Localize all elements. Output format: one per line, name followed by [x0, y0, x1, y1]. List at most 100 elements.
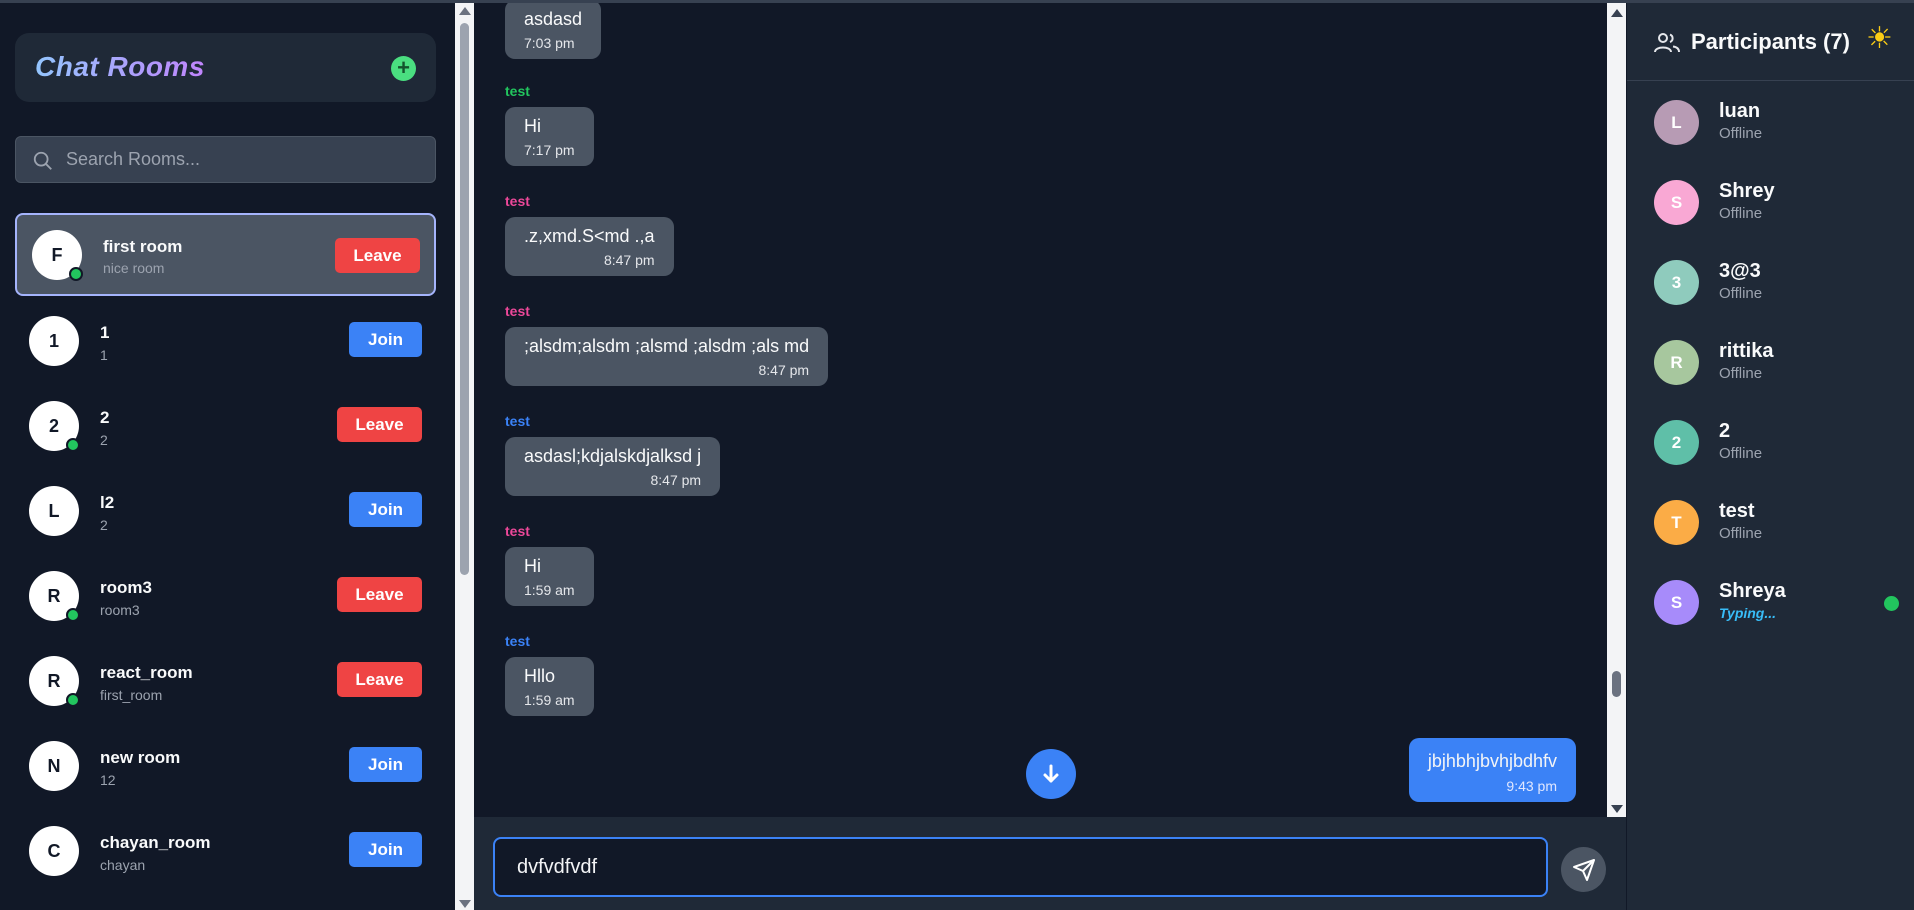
message: test Hi 7:17 pm	[505, 83, 594, 166]
leave-button[interactable]: Leave	[337, 662, 422, 697]
message-time: 9:43 pm	[1506, 778, 1557, 794]
message-bubble: asdasl;kdjalskdjalksd j 8:47 pm	[505, 437, 721, 496]
participant-status: Offline	[1719, 205, 1763, 222]
message-sender: test	[505, 413, 530, 429]
room-description: first_room	[100, 687, 163, 703]
room-item[interactable]: L l2 2 Join	[15, 469, 436, 552]
leave-button[interactable]: Leave	[337, 577, 422, 612]
online-indicator	[66, 608, 80, 622]
message-text: Hi	[524, 556, 541, 576]
participant[interactable]: 2 2 Offline	[1627, 403, 1914, 483]
room-item[interactable]: C chayan_room chayan Join	[15, 809, 436, 892]
room-item[interactable]: N new room 12 Join	[15, 724, 436, 807]
message-list: asdasd 7:03 pm test Hi 7:17 pm test .z,x…	[474, 3, 1607, 817]
room-name: first room	[103, 237, 183, 256]
message-sender: test	[505, 83, 530, 99]
chat-scrollbar[interactable]	[1607, 3, 1626, 817]
participant-avatar: T	[1654, 500, 1699, 545]
message-bubble: .z,xmd.S<md .,a 8:47 pm	[505, 217, 674, 276]
message-text: jbjhbhjbvhjbdhfv	[1427, 751, 1557, 771]
participant[interactable]: L luan Offline	[1627, 83, 1914, 163]
participants-panel: Participants (7) ☀ L luan Offline S Shre…	[1626, 3, 1914, 910]
message-sender: test	[505, 523, 530, 539]
message-sender: test	[505, 303, 530, 319]
plus-circle-icon[interactable]: +	[391, 56, 416, 81]
message-text: ;alsdm;alsdm ;alsmd ;alsdm ;als md	[524, 336, 810, 356]
room-item[interactable]: 2 2 2 Leave	[15, 384, 436, 467]
message-bubble: ;alsdm;alsdm ;alsmd ;alsdm ;als md 8:47 …	[505, 327, 829, 386]
room-item[interactable]: R react_room first_room Leave	[15, 639, 436, 722]
room-description: 1	[100, 347, 108, 363]
search-input[interactable]	[66, 137, 426, 182]
sidebar-scrollbar[interactable]	[455, 3, 474, 910]
participant-status: Offline	[1719, 285, 1763, 302]
scroll-down-arrow[interactable]	[459, 900, 471, 908]
online-indicator	[69, 267, 83, 281]
leave-button[interactable]: Leave	[335, 238, 420, 273]
leave-button[interactable]: Leave	[337, 407, 422, 442]
message-input[interactable]	[493, 837, 1548, 897]
scroll-down-arrow[interactable]	[1611, 805, 1623, 813]
online-indicator	[66, 693, 80, 707]
participant-name: rittika	[1719, 340, 1774, 362]
join-button[interactable]: Join	[349, 747, 422, 782]
message: test ;alsdm;alsdm ;alsmd ;alsdm ;als md …	[505, 303, 829, 386]
room-avatar: L	[29, 486, 79, 536]
message-time: 7:03 pm	[524, 35, 575, 51]
room-item[interactable]: R room3 room3 Leave	[15, 554, 436, 637]
room-avatar: R	[29, 571, 80, 622]
typing-status: Typing...	[1719, 605, 1777, 621]
message: test Hllo 1:59 am	[505, 633, 594, 716]
participant-avatar: 3	[1654, 260, 1699, 305]
message: test .z,xmd.S<md .,a 8:47 pm	[505, 193, 674, 276]
scroll-to-bottom-button[interactable]	[1026, 749, 1076, 799]
join-button[interactable]: Join	[349, 322, 422, 357]
participant[interactable]: S Shrey Offline	[1627, 163, 1914, 243]
rooms-header: Chat Rooms +	[15, 33, 436, 102]
room-item[interactable]: F first room nice room Leave	[15, 213, 436, 296]
room-item[interactable]: 1 1 1 Join	[15, 299, 436, 382]
room-description: room3	[100, 602, 140, 618]
scroll-up-arrow[interactable]	[459, 7, 471, 15]
join-button[interactable]: Join	[349, 832, 422, 867]
send-button[interactable]	[1561, 847, 1606, 892]
room-name: react_room	[100, 663, 193, 682]
room-description: 2	[100, 517, 108, 533]
message-time: 1:59 am	[524, 582, 575, 598]
participant[interactable]: R rittika Offline	[1627, 323, 1914, 403]
room-name: 2	[100, 408, 110, 427]
room-avatar: N	[29, 741, 79, 791]
scrollbar-thumb[interactable]	[1612, 671, 1621, 697]
chat-panel: asdasd 7:03 pm test Hi 7:17 pm test .z,x…	[474, 3, 1626, 910]
message-bubble: Hllo 1:59 am	[505, 657, 594, 716]
participant[interactable]: T test Offline	[1627, 483, 1914, 563]
room-avatar: C	[29, 826, 79, 876]
participant-avatar: 2	[1654, 420, 1699, 465]
join-button[interactable]: Join	[349, 492, 422, 527]
room-name: chayan_room	[100, 833, 211, 852]
message-time: 8:47 pm	[603, 252, 655, 268]
message-time: 8:47 pm	[758, 362, 810, 378]
search-icon	[33, 151, 52, 170]
participant-status: Offline	[1719, 125, 1763, 142]
room-name: new room	[100, 748, 181, 767]
participant-status: Offline	[1719, 445, 1763, 462]
message: test asdasl;kdjalskdjalksd j 8:47 pm	[505, 413, 721, 496]
participant[interactable]: S Shreya Typing...	[1627, 563, 1914, 643]
participant-name: test	[1719, 500, 1755, 522]
message-bubble: asdasd 7:03 pm	[505, 3, 602, 59]
participants-title: Participants (7)	[1691, 29, 1850, 54]
scroll-up-arrow[interactable]	[1611, 9, 1623, 17]
message: test Hi 1:59 am	[505, 523, 594, 606]
rooms-sidebar: Chat Rooms + F first room nice room Leav…	[0, 3, 455, 910]
participant-status: Offline	[1719, 365, 1763, 382]
participant-name: 2	[1719, 420, 1731, 442]
users-icon	[1654, 33, 1680, 53]
sun-icon[interactable]: ☀	[1866, 24, 1893, 54]
scrollbar-thumb[interactable]	[460, 23, 469, 575]
chat-app: Chat Rooms + F first room nice room Leav…	[0, 0, 1914, 910]
room-search[interactable]	[15, 136, 436, 183]
participant[interactable]: 3 3@3 Offline	[1627, 243, 1914, 323]
participant-avatar: S	[1654, 580, 1699, 625]
message-sender: test	[505, 633, 530, 649]
